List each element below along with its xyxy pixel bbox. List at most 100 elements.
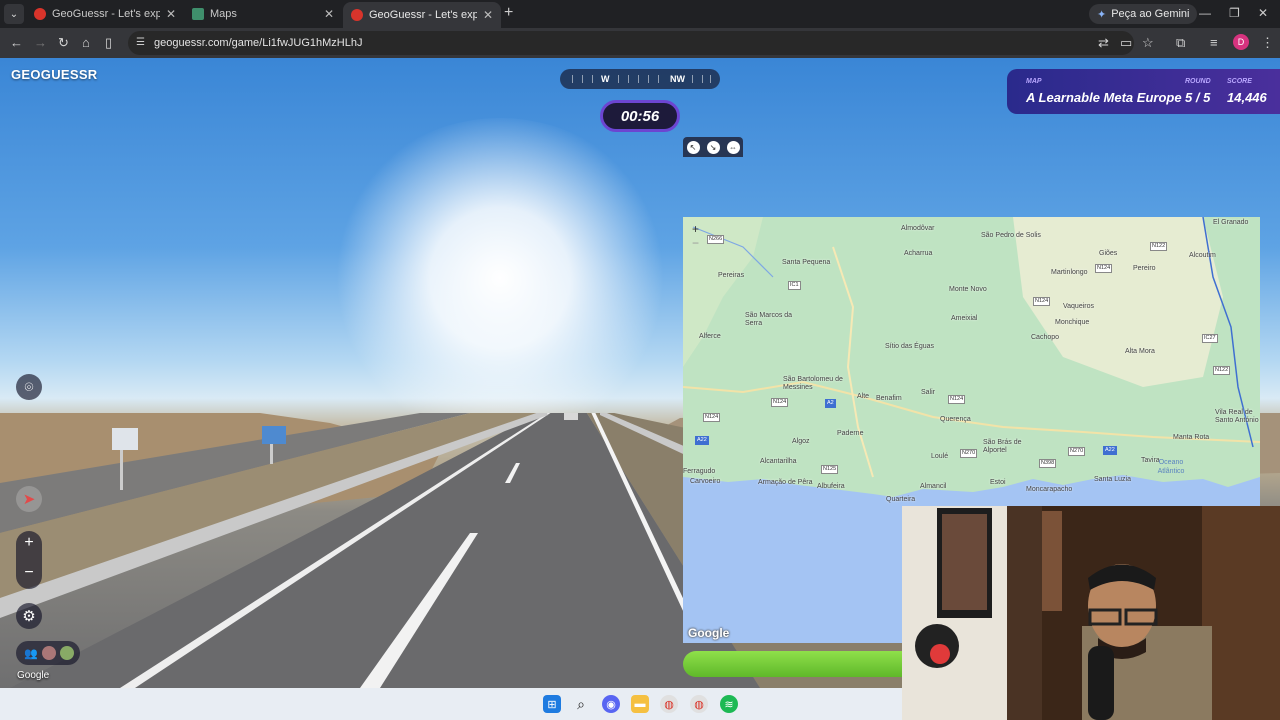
reading-list-icon[interactable]: ≡ (1210, 35, 1218, 51)
map-label: Giões (1099, 250, 1118, 257)
tab-search-button[interactable]: ⌄ (4, 4, 24, 24)
map-zoom-out-icon[interactable]: − (689, 236, 702, 250)
screen: ⌄ GeoGuessr - Let's explore the w ✕ Maps… (0, 0, 1280, 720)
tab-title: GeoGuessr - Let's explore the w (369, 9, 477, 21)
players-button[interactable]: 👥 (16, 641, 80, 665)
restore-icon[interactable]: ❐ (1229, 6, 1240, 20)
round-timer: 00:56 (600, 100, 680, 132)
maps-favicon-icon (192, 8, 204, 20)
bookmark-star-icon[interactable]: ☆ (1142, 35, 1154, 51)
spotify-icon[interactable]: ≋ (720, 695, 738, 713)
back-icon[interactable]: ← (10, 35, 23, 51)
address-bar[interactable]: ☰ geoguessr.com/game/Li1fwJUG1hMzHLhJ (128, 31, 1134, 55)
geoguessr-logo[interactable]: GEOGUESSR (11, 67, 98, 82)
map-zoom-controls: + − (689, 222, 702, 250)
map-label: Vila Real de Santo António (1215, 409, 1259, 424)
tab-title: Maps (210, 8, 237, 20)
location-pin-icon: ⌾ (24, 378, 34, 396)
discord-icon[interactable]: ◉ (602, 695, 620, 713)
player-avatar (59, 646, 74, 660)
zoom-out-icon[interactable]: − (16, 564, 42, 582)
windows-start-icon[interactable]: ⊞ (543, 695, 561, 713)
tab-geoguessr-2[interactable]: GeoGuessr - Let's explore the w ✕ (343, 2, 501, 28)
map-label: Quarteira (886, 496, 916, 503)
ocean-label: Oceano Atlântico (1157, 459, 1185, 475)
tab-geoguessr-1[interactable]: GeoGuessr - Let's explore the w ✕ (26, 2, 184, 26)
players-icon: 👥 (24, 647, 38, 660)
translate-icon[interactable]: ⇄ (1098, 35, 1109, 51)
minimize-icon[interactable]: — (1199, 6, 1211, 20)
new-tab-icon[interactable]: + (504, 4, 513, 22)
map-label: Moncarapacho (1026, 486, 1073, 493)
browser-menu-icon[interactable]: ⋮ (1261, 35, 1274, 51)
road-shield: N266 (707, 235, 725, 244)
home-icon[interactable]: ⌂ (82, 35, 90, 51)
map-label: Vaqueiros (1063, 303, 1095, 310)
map-label: Cachopo (1031, 334, 1060, 341)
chrome-icon[interactable]: ◍ (690, 695, 708, 713)
tab-maps[interactable]: Maps ✕ (184, 2, 342, 26)
taskbar-search-icon[interactable]: ⌕ (572, 695, 590, 713)
chrome-icon[interactable]: ◍ (660, 695, 678, 713)
street-view-attribution: Google (17, 670, 49, 681)
map-shrink-icon[interactable]: ↘ (706, 140, 720, 154)
map-label: Algoz (792, 438, 810, 445)
map-label: Paderne (837, 430, 864, 437)
close-tab-icon[interactable]: ✕ (324, 7, 334, 21)
map-label: Manta Rota (1173, 434, 1210, 441)
return-to-start-button[interactable]: ⌾ (16, 374, 42, 400)
map-label: Ameixial (951, 315, 978, 322)
settings-button[interactable]: ⚙ (16, 603, 42, 629)
close-tab-icon[interactable]: ✕ (483, 8, 493, 22)
close-tab-icon[interactable]: ✕ (166, 7, 176, 21)
logo-text: GEOGUESSR (11, 67, 98, 82)
road-shield: N125 (821, 465, 839, 474)
profile-avatar[interactable]: D (1233, 34, 1249, 50)
guess-button[interactable] (683, 651, 923, 677)
road-shield: N124 (771, 398, 789, 407)
round-caption: ROUND (1185, 78, 1211, 85)
map-label: Salir (921, 389, 936, 396)
profile-initial: D (1237, 37, 1245, 47)
file-explorer-icon[interactable]: ▬ (631, 695, 649, 713)
webcam-overlay (902, 506, 1280, 720)
score-value: 14,446 (1227, 90, 1267, 105)
road-shield: N124 (1033, 297, 1051, 306)
gear-icon: ⚙ (22, 608, 36, 625)
zoom-in-icon[interactable]: + (16, 534, 42, 552)
game-status-panel: MAP A Learnable Meta Europe ROUND 5 / 5 … (1007, 69, 1280, 114)
road-shield: IC1 (788, 281, 801, 290)
map-label: Martinlongo (1051, 269, 1088, 276)
site-info-icon[interactable]: ☰ (136, 37, 145, 48)
road-shield: N398 (1039, 459, 1057, 468)
compass-northwest-label: NW (670, 74, 685, 84)
extensions-icon[interactable]: ⧉ (1176, 35, 1185, 51)
map-pin-icon[interactable]: ⇔ (726, 140, 740, 154)
zoom-controls: + − (16, 531, 42, 589)
cast-icon[interactable]: ▭ (1120, 35, 1132, 51)
url-text: geoguessr.com/game/Li1fwJUG1hMzHLhJ (154, 37, 363, 49)
map-attribution: Google (688, 626, 729, 640)
webcam-feed-image (902, 506, 1280, 720)
close-window-icon[interactable]: ✕ (1258, 6, 1268, 20)
map-label: Pereiras (718, 272, 745, 279)
side-panel-icon[interactable]: ▯ (105, 35, 112, 51)
windows-taskbar: ⊞ ⌕ ◉ ▬ ◍ ◍ ≋ (0, 688, 902, 720)
forward-icon[interactable]: → (34, 35, 47, 51)
geoguessr-favicon-icon (351, 9, 363, 21)
gemini-button[interactable]: ✦ Peça ao Gemini (1089, 4, 1198, 24)
compass-needle-icon: ➤ (22, 491, 36, 508)
map-label: Alcantarilha (760, 458, 797, 465)
map-expand-icon[interactable]: ↖ (686, 140, 700, 154)
map-label: Loulé (931, 453, 949, 460)
reload-icon[interactable]: ↻ (58, 35, 69, 51)
compass-button[interactable]: ➤ (16, 486, 42, 512)
attribution-text: Google (17, 670, 50, 681)
map-label: Estoi (990, 479, 1006, 486)
map-size-controls: ↖ ↘ ⇔ (683, 137, 743, 157)
map-label: Armação de Pêra (758, 479, 813, 486)
map-attribution-text: Google (688, 626, 730, 640)
map-zoom-in-icon[interactable]: + (689, 222, 702, 236)
map-name: A Learnable Meta Europe (1026, 90, 1182, 105)
map-label: São Pedro de Solis (981, 232, 1041, 239)
